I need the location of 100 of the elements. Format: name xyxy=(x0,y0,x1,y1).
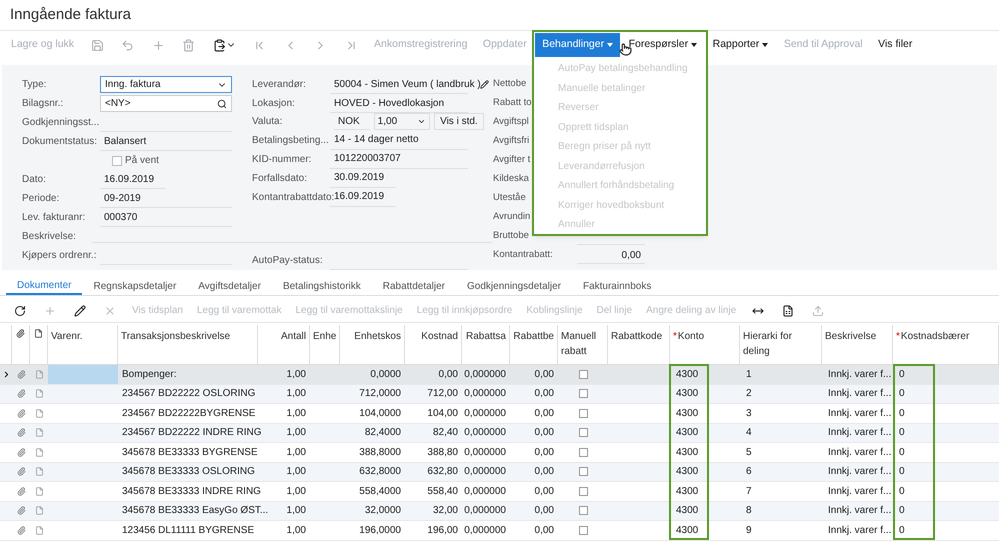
column-header[interactable]: Kostnad xyxy=(421,329,458,344)
refresh-icon xyxy=(14,304,26,316)
table-cell: Bompenger: xyxy=(122,368,176,380)
table-cell: 0,000000 xyxy=(464,388,506,400)
table-cell: 4300 xyxy=(676,524,698,536)
column-header[interactable]: Antall xyxy=(280,329,306,344)
checkbox[interactable] xyxy=(578,428,588,438)
paperclip-icon xyxy=(16,408,26,418)
field-value: 30.09.2019 xyxy=(333,171,384,186)
toolbar-button[interactable]: Behandlinger xyxy=(535,33,620,57)
checkbox[interactable] xyxy=(578,389,588,398)
column-header[interactable]: Enhetskos xyxy=(354,329,401,344)
note-icon xyxy=(34,408,44,418)
checkbox[interactable] xyxy=(112,156,122,166)
column-header[interactable]: Transaksjonsbeskrivelse xyxy=(121,329,230,344)
table-cell: 4300 xyxy=(676,427,698,438)
column-header[interactable]: Manuell rabatt xyxy=(561,329,604,359)
checkbox[interactable] xyxy=(578,486,588,496)
column-header[interactable]: Konto xyxy=(678,329,704,344)
note-icon xyxy=(34,428,44,438)
table-cell: 0,00 xyxy=(534,446,554,458)
field-label: Godkjenningsst... xyxy=(22,116,100,130)
checkbox[interactable] xyxy=(578,408,588,418)
table-cell: 0,00 xyxy=(534,427,554,438)
column-header[interactable]: Rabattsa xyxy=(466,329,506,344)
checkbox[interactable] xyxy=(578,506,588,516)
summary-value: 0,00 xyxy=(622,248,642,262)
toolbar-button[interactable]: Rapporter xyxy=(706,33,776,57)
table-cell: Innkj. varer f... xyxy=(828,466,892,478)
table-cell: 4300 xyxy=(676,446,698,458)
table-cell: Innkj. varer f... xyxy=(828,388,892,400)
column-header[interactable]: Hierarki for deling xyxy=(743,329,818,359)
column-header[interactable]: Enhe xyxy=(313,329,336,344)
tab[interactable]: Betalingshistorikk xyxy=(272,277,372,295)
table-cell: 345678 BE33333 OSLORING xyxy=(122,466,255,478)
field-label: Dato: xyxy=(22,173,47,187)
table-cell: 4300 xyxy=(676,408,698,419)
table-cell: 0 xyxy=(899,466,905,478)
table-cell: 0,00 xyxy=(438,368,458,380)
paperclip-icon xyxy=(16,467,26,476)
table-cell: 0,00 xyxy=(534,368,554,380)
paperclip-icon xyxy=(16,389,26,398)
table-cell: 1 xyxy=(746,368,752,380)
close-icon xyxy=(104,304,116,316)
toolbar-button[interactable]: Vis filer xyxy=(871,33,920,57)
table-cell: 9 xyxy=(746,524,752,536)
table-row[interactable]: Bompenger: 1,00 0,0000 0,00 0,000000 0,00 4300 1 Innkj. varer f... 0 xyxy=(0,365,999,384)
type-select[interactable]: Inng. faktura xyxy=(100,76,232,93)
table-cell: 558,4000 xyxy=(359,486,401,497)
checkbox[interactable] xyxy=(578,467,588,476)
tab[interactable]: Avgiftsdetaljer xyxy=(187,277,272,295)
column-header[interactable]: Rabattkode xyxy=(611,329,662,344)
table-cell: 3 xyxy=(746,408,752,419)
caret-icon xyxy=(691,43,698,47)
table-cell: 196,00 xyxy=(427,524,458,536)
tab[interactable]: Fakturainnboks xyxy=(572,277,662,295)
table-row[interactable]: 234567 BD22222 INDRE RING 1,00 82,4000 82,40 0,000000 0,00 4300 4 Innkj. varer f... 0 xyxy=(0,424,999,443)
checkbox[interactable] xyxy=(578,370,588,379)
table-cell: 82,40 xyxy=(432,427,458,438)
table-cell: 0 xyxy=(899,446,905,458)
tab[interactable]: Godkjenningsdetaljer xyxy=(456,277,572,295)
table-cell: 4300 xyxy=(676,505,698,516)
field-value: Balansert xyxy=(103,134,146,148)
view-base-button[interactable]: Vis i std. xyxy=(434,113,484,130)
lookup-field[interactable]: <NY> xyxy=(100,95,232,112)
column-header[interactable]: Varenr. xyxy=(51,329,82,344)
table-cell: 1,00 xyxy=(286,524,306,536)
column-header[interactable]: Kostnadsbærer xyxy=(900,329,970,344)
table-row[interactable]: 345678 BE33333 EasyGo ØST... 1,00 32,0000 32,00 0,000000 0,00 4300 8 Innkj. varer f... 0 xyxy=(0,502,999,521)
table-row[interactable]: 345678 BE33333 OSLORING 1,00 632,8000 632,80 0,000000 0,00 4300 6 Innkj. varer f... 0 xyxy=(0,462,999,482)
note-icon xyxy=(34,370,44,379)
table-row[interactable]: 234567 BD22222 OSLORING 1,00 712,0000 712,00 0,000000 0,00 4300 2 Innkj. varer f... 0 xyxy=(0,384,999,404)
checkbox[interactable] xyxy=(578,448,588,457)
checkbox-label: På vent xyxy=(125,154,159,168)
table-cell: 234567 BD22222 OSLORING xyxy=(122,388,256,400)
column-header[interactable]: Rabattbe xyxy=(513,329,554,344)
table-cell: 0 xyxy=(899,368,905,380)
tab[interactable]: Dokumenter xyxy=(6,277,82,295)
trash-icon xyxy=(182,38,196,52)
field-label: Beskrivelse: xyxy=(22,230,77,244)
tab[interactable]: Rabattdetaljer xyxy=(372,277,456,295)
plus-icon xyxy=(152,38,165,52)
rate-select[interactable]: 1,00 xyxy=(374,113,430,130)
table-cell: 0,000000 xyxy=(464,524,506,536)
table-cell: 1,00 xyxy=(286,505,306,516)
upload-icon xyxy=(812,304,824,316)
note-icon xyxy=(34,329,43,338)
column-header[interactable]: Beskrivelse xyxy=(825,329,876,344)
table-cell: 1,00 xyxy=(286,388,306,400)
page-title: Inngående faktura xyxy=(10,4,131,25)
table-cell: 1,00 xyxy=(286,427,306,438)
checkbox[interactable] xyxy=(578,526,588,535)
tab[interactable]: Regnskapsdetaljer xyxy=(82,277,188,295)
table-cell: 345678 BE33333 BYGRENSE xyxy=(122,446,258,458)
field-label: Lokasjon: xyxy=(252,97,296,111)
note-icon xyxy=(34,389,44,398)
table-cell: 558,40 xyxy=(427,486,458,497)
spreadsheet-icon xyxy=(782,304,794,316)
table-cell: 0 xyxy=(899,524,905,536)
table-cell: 104,0000 xyxy=(359,408,401,419)
